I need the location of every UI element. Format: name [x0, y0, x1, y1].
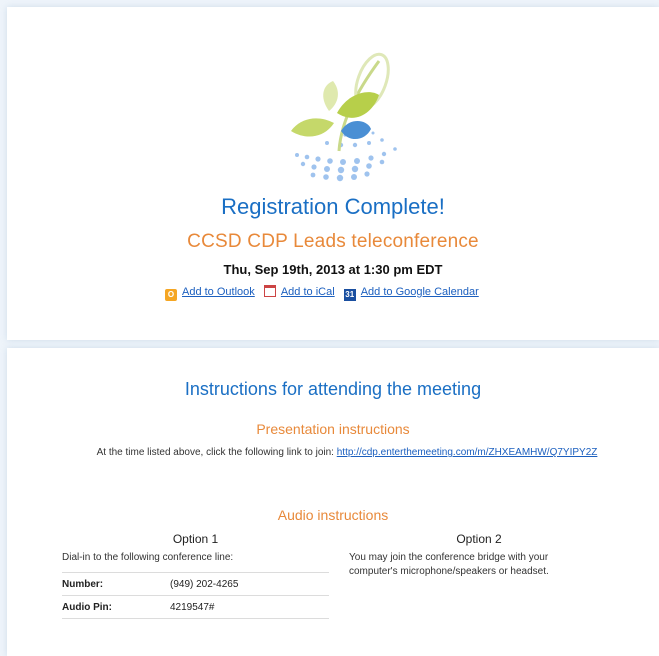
add-to-outlook-link[interactable]: Add to Outlook — [182, 286, 255, 298]
add-to-ical-item: Add to iCal — [263, 285, 335, 298]
audio-pin-value: 4219547# — [170, 595, 329, 619]
add-to-ical-link[interactable]: Add to iCal — [281, 286, 335, 298]
presentation-text-label: At the time listed above, click the foll… — [96, 447, 337, 458]
presentation-text: At the time listed above, click the foll… — [77, 446, 617, 460]
audio-pin-label: Audio Pin: — [62, 595, 170, 619]
calendar-links: O Add to Outlook Add to iCal 31 Add to Goo… — [165, 285, 485, 301]
meeting-link[interactable]: http://cdp.enterthemeeting.com/m/ZHXEAMH… — [337, 447, 598, 458]
add-to-google-item: 31 Add to Google Calendar — [343, 286, 479, 301]
option-2-text: You may join the conference bridge with … — [349, 552, 549, 577]
registration-card: Registration Complete! CCSD CDP Leads te… — [7, 7, 659, 340]
ical-icon — [263, 285, 276, 297]
instructions-card: Instructions for attending the meeting P… — [7, 348, 659, 656]
option-1-title: Option 1 — [172, 532, 219, 546]
outlook-icon: O — [165, 289, 177, 301]
presentation-heading: Presentation instructions — [256, 421, 410, 437]
table-row: Number: (949) 202-4265 — [62, 572, 329, 596]
number-value: (949) 202-4265 — [170, 572, 329, 596]
google-calendar-icon: 31 — [343, 289, 356, 301]
option-1-text: Dial-in to the following conference line… — [62, 552, 234, 563]
option-2-title: Option 2 — [456, 532, 502, 546]
event-datetime: Thu, Sep 19th, 2013 at 1:30 pm EDT — [223, 262, 443, 277]
instructions-heading: Instructions for attending the meeting — [184, 379, 482, 399]
dial-in-table: Number: (949) 202-4265 Audio Pin: 421954… — [62, 572, 329, 619]
add-to-outlook-item: O Add to Outlook — [165, 286, 255, 301]
number-label: Number: — [62, 572, 170, 596]
audio-option-1: Option 1 Dial-in to the following confer… — [62, 532, 329, 619]
event-logo-icon — [291, 52, 397, 182]
audio-option-2: Option 2 You may join the conference bri… — [349, 532, 609, 586]
event-name: CCSD CDP Leads teleconference — [187, 231, 479, 252]
audio-heading: Audio instructions — [277, 507, 389, 523]
table-row: Audio Pin: 4219547# — [62, 595, 329, 619]
registration-title: Registration Complete! — [221, 194, 445, 219]
add-to-google-calendar-link[interactable]: Add to Google Calendar — [361, 286, 479, 298]
